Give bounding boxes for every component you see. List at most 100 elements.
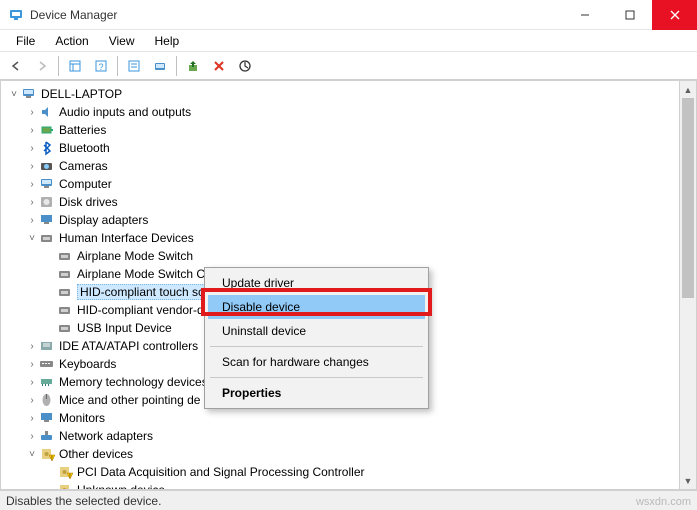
ctx-disable-device[interactable]: Disable device: [208, 295, 425, 319]
menu-file[interactable]: File: [6, 31, 45, 51]
menu-help[interactable]: Help: [145, 31, 190, 51]
network-icon: [39, 428, 55, 444]
computer-icon: [39, 176, 55, 192]
bluetooth-icon: [39, 140, 55, 156]
tree-category[interactable]: › Cameras: [7, 157, 696, 175]
computer-icon: [21, 86, 37, 102]
expander-icon[interactable]: ›: [25, 215, 39, 226]
ctx-properties[interactable]: Properties: [208, 381, 425, 405]
expander-icon[interactable]: ›: [25, 143, 39, 154]
tree-category-label: Memory technology devices: [59, 375, 208, 389]
tree-device-label: USB Input Device: [77, 321, 172, 335]
tree-device[interactable]: ! PCI Data Acquisition and Signal Proces…: [7, 463, 696, 481]
tree-category[interactable]: › Network adapters: [7, 427, 696, 445]
memory-icon: [39, 374, 55, 390]
tree-category-label: Computer: [59, 177, 112, 191]
hid-icon: [57, 248, 73, 264]
tree-category[interactable]: › Disk drives: [7, 193, 696, 211]
tree-device-label: Unknown device: [77, 483, 165, 490]
tree-device[interactable]: Airplane Mode Switch: [7, 247, 696, 265]
expander-icon[interactable]: ›: [25, 125, 39, 136]
context-menu: Update driver Disable device Uninstall d…: [204, 267, 429, 409]
other-icon: !: [57, 464, 73, 480]
tree-category[interactable]: › Bluetooth: [7, 139, 696, 157]
expander-icon[interactable]: ›: [25, 395, 39, 406]
tree-device-label: Airplane Mode Switch: [77, 249, 193, 263]
menu-action[interactable]: Action: [45, 31, 98, 51]
maximize-button[interactable]: [607, 0, 652, 30]
tree-category-label: Display adapters: [59, 213, 148, 227]
scroll-up-button[interactable]: ▲: [680, 81, 696, 98]
mouse-icon: [39, 392, 55, 408]
disable-button[interactable]: [233, 54, 257, 78]
tree-category[interactable]: ˅ ! Other devices: [7, 445, 696, 463]
tree-category-label: Monitors: [59, 411, 105, 425]
tree-category-label: Batteries: [59, 123, 106, 137]
window-controls: [562, 0, 697, 30]
help-button[interactable]: ?: [89, 54, 113, 78]
tree-category-label: Audio inputs and outputs: [59, 105, 191, 119]
tree-category[interactable]: › Audio inputs and outputs: [7, 103, 696, 121]
tree-device-label: PCI Data Acquisition and Signal Processi…: [77, 465, 364, 479]
ctx-scan-hardware[interactable]: Scan for hardware changes: [208, 350, 425, 374]
svg-text:?: ?: [98, 62, 103, 72]
tree-root[interactable]: ˅ DELL-LAPTOP: [7, 85, 696, 103]
status-text: Disables the selected device.: [6, 494, 161, 508]
hid-icon: [57, 320, 73, 336]
tree-category[interactable]: › Display adapters: [7, 211, 696, 229]
expander-icon[interactable]: ›: [25, 197, 39, 208]
expander-icon[interactable]: ›: [25, 431, 39, 442]
disk-icon: [39, 194, 55, 210]
minimize-button[interactable]: [562, 0, 607, 30]
ide-icon: [39, 338, 55, 354]
expander-icon[interactable]: ›: [25, 341, 39, 352]
expander-icon[interactable]: ˅: [25, 449, 39, 460]
scroll-down-button[interactable]: ▼: [680, 472, 696, 489]
uninstall-button[interactable]: [207, 54, 231, 78]
show-hide-tree-button[interactable]: [63, 54, 87, 78]
tree-category[interactable]: › Batteries: [7, 121, 696, 139]
tree-category[interactable]: › Monitors: [7, 409, 696, 427]
expander-icon[interactable]: ›: [25, 359, 39, 370]
tree-category[interactable]: › Computer: [7, 175, 696, 193]
tree-category-label: Cameras: [59, 159, 108, 173]
battery-icon: [39, 122, 55, 138]
ctx-update-driver[interactable]: Update driver: [208, 271, 425, 295]
hid-icon: [57, 302, 73, 318]
hid-icon: [57, 284, 73, 300]
other-icon: !: [57, 482, 73, 490]
ctx-uninstall-device[interactable]: Uninstall device: [208, 319, 425, 343]
other-icon: !: [39, 446, 55, 462]
hid-icon: [57, 266, 73, 282]
monitor-icon: [39, 410, 55, 426]
tree-category-label: Mice and other pointing de: [59, 393, 200, 407]
titlebar: Device Manager: [0, 0, 697, 30]
expander-icon[interactable]: ›: [25, 161, 39, 172]
scroll-thumb[interactable]: [682, 98, 694, 298]
collapse-icon[interactable]: ˅: [7, 89, 21, 100]
scan-hardware-button[interactable]: [148, 54, 172, 78]
status-bar: Disables the selected device.: [0, 490, 697, 510]
update-driver-button[interactable]: [181, 54, 205, 78]
ctx-separator: [210, 346, 423, 347]
tree-category-label: Other devices: [59, 447, 133, 461]
tree-category[interactable]: ˅ Human Interface Devices: [7, 229, 696, 247]
forward-button[interactable]: [30, 54, 54, 78]
properties-button[interactable]: [122, 54, 146, 78]
expander-icon[interactable]: ›: [25, 179, 39, 190]
back-button[interactable]: [4, 54, 28, 78]
watermark: wsxdn.com: [636, 496, 691, 508]
expander-icon[interactable]: ›: [25, 413, 39, 424]
menu-view[interactable]: View: [99, 31, 145, 51]
expander-icon[interactable]: ›: [25, 107, 39, 118]
vertical-scrollbar[interactable]: ▲ ▼: [679, 81, 696, 489]
expander-icon[interactable]: ›: [25, 377, 39, 388]
tree-root-label: DELL-LAPTOP: [41, 87, 122, 101]
toolbar: ?: [0, 52, 697, 80]
tree-device[interactable]: ! Unknown device: [7, 481, 696, 490]
close-button[interactable]: [652, 0, 697, 30]
tree-category-label: Keyboards: [59, 357, 116, 371]
tree-device-label: HID-compliant vendor-de: [77, 303, 210, 317]
expander-icon[interactable]: ˅: [25, 233, 39, 244]
window-title: Device Manager: [30, 8, 117, 22]
